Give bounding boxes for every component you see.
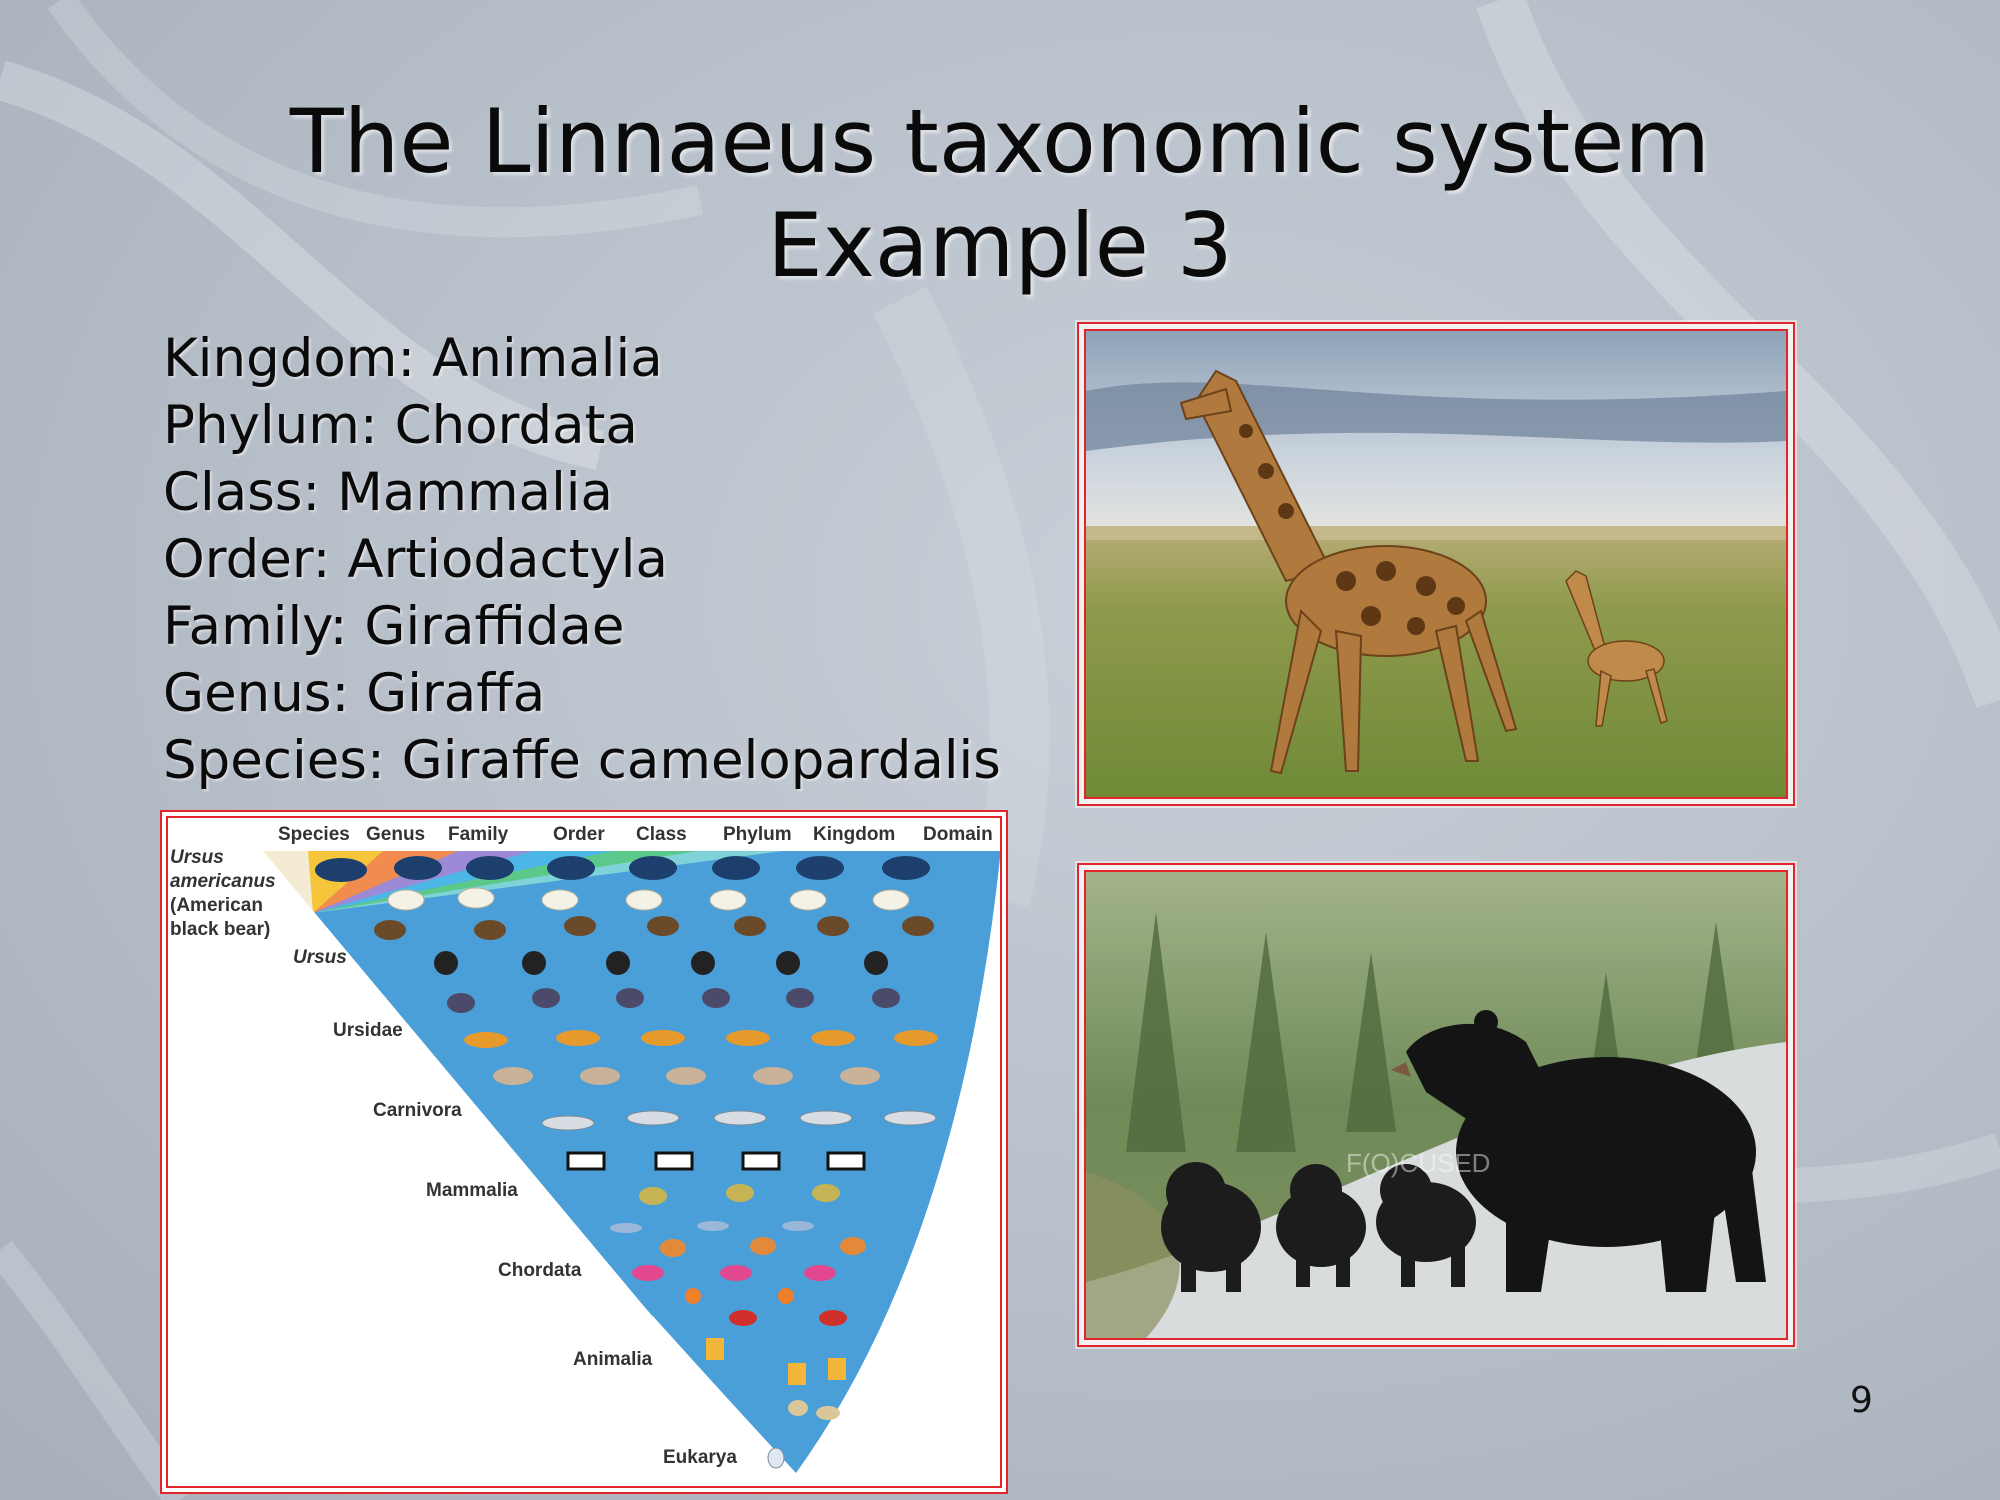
level-mammalia: Mammalia [426,1180,518,1201]
species-label-line-1: Ursus [170,847,224,868]
header-domain: Domain [923,824,993,845]
header-phylum: Phylum [723,824,792,845]
level-ursidae: Ursidae [333,1020,403,1041]
taxonomy-fan-diagram: Species Genus Family Order Class Phylum … [168,824,1000,1486]
level-carnivora: Carnivora [373,1100,462,1121]
species-label-line-4: black bear) [170,919,270,940]
bear-image: F(O)CUSED [1086,872,1786,1338]
photo-watermark: F(O)CUSED [1346,1148,1490,1178]
giraffe-image [1086,331,1786,797]
species-label-line-3: (American [170,895,263,916]
taxonomy-order: Order: Artiodactyla [163,529,668,590]
taxonomy-diagram: Species Genus Family Order Class Phylum … [160,810,1008,1494]
species-label-line-2: americanus [170,871,276,892]
header-class: Class [636,824,687,845]
slide-title: The Linnaeus taxonomic system Example 3 [0,90,2000,298]
header-genus: Genus [366,824,425,845]
page-number: 9 [1850,1380,1873,1421]
level-eukarya: Eukarya [663,1447,737,1468]
taxonomy-species: Species: Giraffe camelopardalis [163,730,1001,791]
taxonomy-phylum: Phylum: Chordata [163,395,638,456]
level-chordata: Chordata [498,1260,582,1281]
level-animalia: Animalia [573,1349,653,1370]
bear-photo: F(O)CUSED [1077,863,1795,1347]
giraffe-photo [1077,322,1795,806]
title-line-2: Example 3 [767,194,1233,297]
header-kingdom: Kingdom [813,824,895,845]
header-order: Order [553,824,605,845]
taxonomy-family: Family: Giraffidae [163,596,625,657]
taxonomy-genus: Genus: Giraffa [163,663,546,724]
header-family: Family [448,824,509,845]
title-line-1: The Linnaeus taxonomic system [289,90,1711,193]
taxonomy-kingdom: Kingdom: Animalia [163,328,663,389]
diagram-headers: Species Genus Family Order Class Phylum … [278,824,993,845]
taxonomy-list: Kingdom: Animalia Phylum: Chordata Class… [163,325,1001,794]
level-ursus: Ursus [293,947,347,968]
header-species: Species [278,824,350,845]
taxonomy-class: Class: Mammalia [163,462,614,523]
